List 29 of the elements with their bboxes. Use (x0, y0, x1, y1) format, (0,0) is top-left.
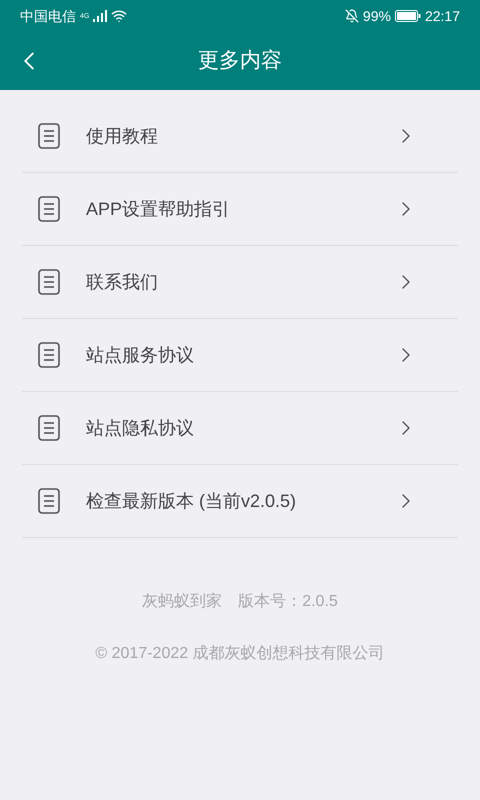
menu-item[interactable]: APP设置帮助指引 (22, 173, 458, 246)
document-icon (38, 415, 60, 441)
document-icon (38, 488, 60, 514)
menu-item-label: 联系我们 (86, 270, 159, 294)
menu-item-label: 检查最新版本 (当前v2.0.5) (86, 490, 298, 513)
app-name-text: 灰蚂蚁到家 (142, 592, 222, 612)
menu-item[interactable]: 站点隐私协议 (22, 392, 458, 465)
document-icon (38, 269, 60, 295)
menu-item-label: 站点隐私协议 (86, 416, 195, 440)
bell-off-icon (344, 9, 359, 23)
document-icon (38, 196, 60, 222)
menu-item-label: 使用教程 (86, 124, 159, 148)
menu-item-label: 站点服务协议 (86, 344, 195, 366)
document-icon (38, 342, 60, 368)
copyright-text: © 2017-2022 成都灰蚁创想科技有限公司 (95, 644, 385, 664)
version-text: 版本号：2.0.5 (238, 592, 338, 612)
menu-item[interactable]: 使用教程 (22, 100, 458, 173)
menu-item-label: APP设置帮助指引 (86, 198, 232, 220)
menu-item[interactable]: 检查最新版本 (当前v2.0.5) (22, 465, 458, 538)
carrier-text: 中国电信 (20, 6, 76, 26)
menu-item[interactable]: 站点服务协议 (22, 319, 458, 392)
signal-icon (93, 10, 108, 22)
page-title: 更多内容 (198, 48, 282, 74)
battery-icon (394, 10, 421, 22)
menu-item[interactable]: 联系我们 (22, 246, 458, 319)
wifi-icon (111, 8, 128, 24)
battery-text: 99% (362, 6, 391, 26)
document-icon (38, 123, 60, 149)
time-text: 22:17 (424, 6, 460, 26)
